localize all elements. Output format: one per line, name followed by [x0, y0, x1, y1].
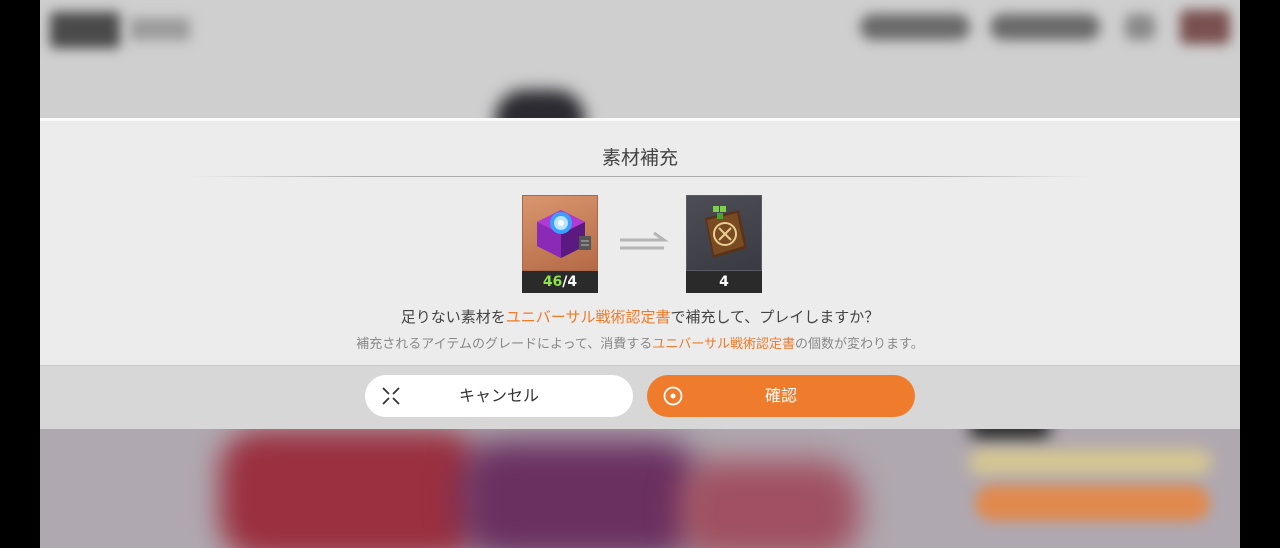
- dialog-title: 素材補充: [601, 147, 678, 169]
- background-resource-2: [990, 14, 1100, 40]
- message-suffix: で補充して、プレイしますか？: [670, 308, 880, 326]
- background-logo-text: [130, 18, 190, 40]
- background-panel-2: [970, 450, 1210, 474]
- background-resource-1: [860, 14, 970, 40]
- close-icon: [382, 387, 400, 405]
- confirm-message: 足りない素材をユニバーサル戦術認定書で補充して、プレイしますか？: [40, 306, 1240, 327]
- cancel-button[interactable]: キャンセル: [365, 375, 633, 417]
- confirm-button-label: 確認: [764, 386, 797, 405]
- convert-arrow-icon: [620, 231, 669, 250]
- source-material-item[interactable]: 46/4: [522, 195, 598, 293]
- note-suffix: の個数が変わります。: [795, 337, 924, 352]
- material-supplement-dialog: 素材補充 46/4 4 足りない素材をユニバーサル戦術認定書で補充して、プレイし…: [40, 118, 1240, 429]
- background-figure-3: [680, 460, 860, 548]
- background-logo: [50, 12, 120, 48]
- letterbox-left: [0, 0, 40, 548]
- source-material-count: 46/4: [522, 271, 598, 293]
- need-count: 4: [567, 274, 578, 290]
- tactics-certificate-book-icon: [686, 195, 762, 271]
- blue-core-cube-icon: [522, 195, 598, 271]
- dialog-footer: キャンセル 確認: [40, 365, 1240, 429]
- circle-confirm-icon: [663, 386, 683, 406]
- message-prefix: 足りない素材を: [400, 308, 506, 326]
- target-material-count: 4: [686, 271, 762, 293]
- title-divider: [190, 176, 1090, 177]
- cancel-button-label: キャンセル: [458, 386, 539, 405]
- have-count: 46: [542, 274, 563, 290]
- target-material-item[interactable]: 4: [686, 195, 762, 293]
- note-prefix: 補充されるアイテムのグレードによって、消費する: [356, 337, 653, 352]
- confirm-button[interactable]: 確認: [647, 375, 915, 417]
- background-button: [975, 485, 1210, 521]
- background-resource-3: [1125, 14, 1155, 40]
- background-figure-2: [460, 440, 700, 548]
- grade-note: 補充されるアイテムのグレードによって、消費するユニバーサル戦術認定書の個数が変わ…: [40, 333, 1240, 352]
- background-figure-1: [220, 430, 480, 548]
- letterbox-right: [1240, 0, 1280, 548]
- background-resource-4: [1180, 10, 1230, 44]
- message-item-name: ユニバーサル戦術認定書: [505, 308, 671, 326]
- note-item-name: ユニバーサル戦術認定書: [652, 337, 796, 352]
